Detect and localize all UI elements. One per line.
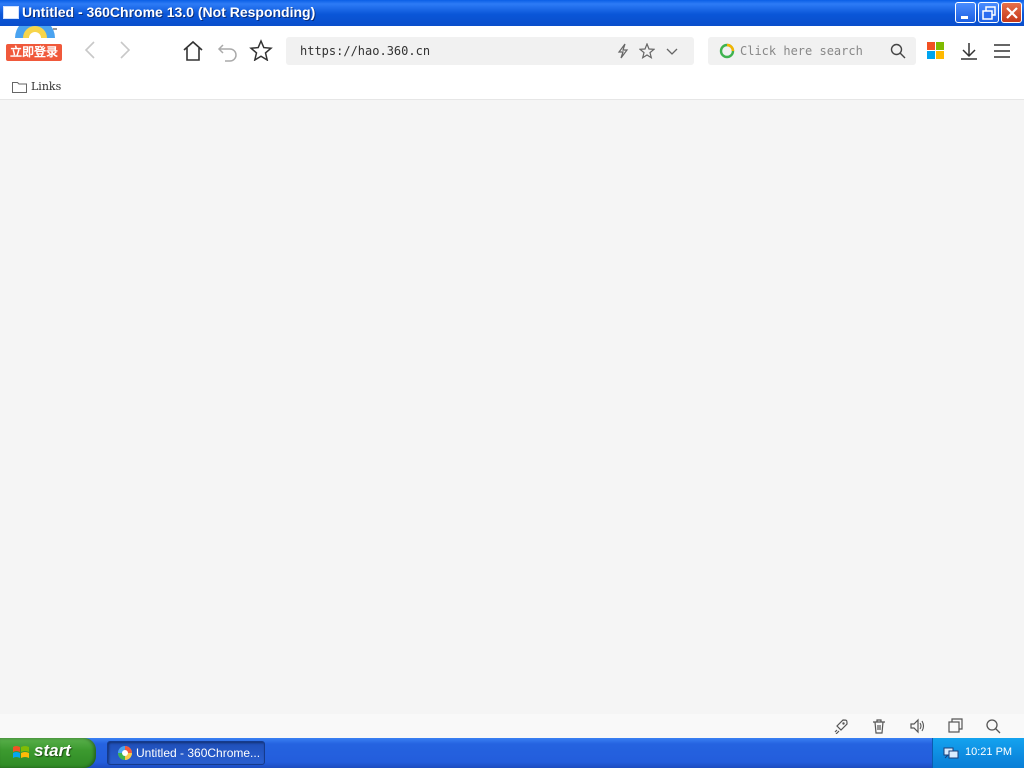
undo-icon[interactable] [217, 40, 239, 62]
status-bar [0, 714, 1024, 738]
window-icon[interactable] [947, 718, 963, 734]
start-button[interactable]: start [0, 738, 96, 768]
restore-button[interactable] [978, 2, 999, 23]
folder-icon [12, 81, 27, 93]
apps-grid-icon[interactable] [927, 42, 945, 60]
network-icon[interactable] [943, 746, 959, 760]
system-tray: 10:21 PM [932, 738, 1024, 768]
zoom-icon[interactable] [985, 718, 1001, 734]
page-content-area[interactable] [0, 100, 1024, 714]
lightning-icon[interactable] [616, 43, 630, 59]
forward-icon[interactable] [117, 40, 133, 60]
start-label: start [34, 741, 71, 760]
back-icon[interactable] [82, 40, 98, 60]
search-box[interactable] [708, 37, 916, 65]
home-icon[interactable] [182, 40, 204, 62]
search-icon[interactable] [890, 43, 906, 59]
clock[interactable]: 10:21 PM [965, 746, 1012, 758]
window-title: Untitled - 360Chrome 13.0 (Not Respondin… [22, 4, 316, 20]
taskbar: start Untitled - 360Chrome... 10:21 PM [0, 738, 1024, 768]
minimize-icon [961, 16, 968, 19]
login-button[interactable]: 立即登录 [6, 44, 62, 61]
address-input[interactable] [300, 42, 600, 60]
menu-icon[interactable] [993, 43, 1011, 59]
taskbar-item-label: Untitled - 360Chrome... [136, 746, 261, 760]
download-icon[interactable] [959, 41, 979, 61]
restore-icon [982, 6, 996, 20]
volume-icon[interactable] [909, 718, 925, 734]
windows-logo-icon [13, 746, 29, 758]
minimize-button[interactable] [955, 2, 976, 23]
bookmark-star-icon[interactable] [639, 43, 655, 59]
bookmark-folder-links[interactable]: Links [12, 77, 61, 95]
window-app-icon[interactable] [3, 6, 19, 19]
bookmarks-bar: Links [0, 74, 1024, 100]
trash-icon[interactable] [871, 718, 887, 734]
360-logo-icon [15, 26, 57, 38]
360chrome-app-icon [118, 746, 132, 760]
chevron-down-icon[interactable] [665, 45, 679, 59]
close-button[interactable] [1001, 2, 1022, 23]
close-icon [1006, 7, 1018, 19]
title-bar[interactable]: Untitled - 360Chrome 13.0 (Not Respondin… [0, 0, 1024, 26]
search-engine-logo-icon [719, 43, 735, 59]
search-input[interactable] [740, 42, 880, 60]
address-bar[interactable] [286, 37, 694, 65]
rocket-icon[interactable] [833, 718, 849, 734]
favorite-star-icon[interactable] [249, 39, 273, 61]
bookmark-label: Links [31, 79, 62, 93]
taskbar-item-360chrome[interactable]: Untitled - 360Chrome... [107, 741, 265, 765]
